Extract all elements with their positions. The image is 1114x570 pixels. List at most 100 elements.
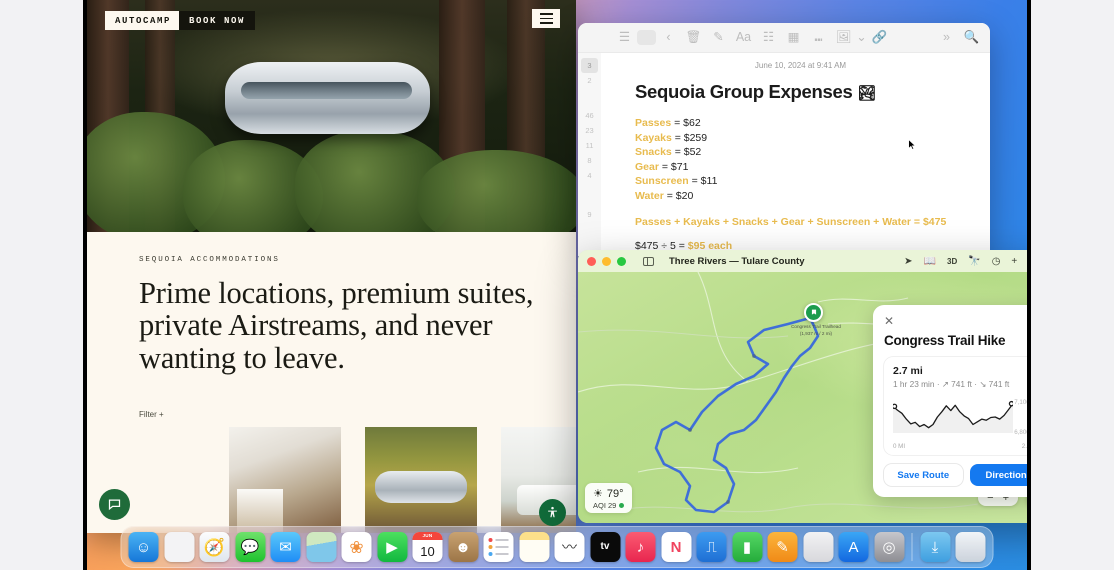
sidebar-count[interactable]: 23 xyxy=(578,123,601,138)
system-settings-glyph: ◎ xyxy=(882,538,896,556)
notes-window[interactable]: ☰ ‹ 🗑 ✎ Aa ☷ ▦ ⑉ 🖼 ⌄ 🔗 » 🔍 3 2 46 23 11 … xyxy=(578,23,990,256)
dock-item-facetime[interactable]: ▶ xyxy=(377,532,407,562)
dock-item-pages[interactable]: ✎ xyxy=(767,532,798,562)
more-icon[interactable]: » xyxy=(934,31,959,44)
accessibility-icon[interactable] xyxy=(539,499,566,526)
gallery-item[interactable] xyxy=(229,427,341,533)
filter-control[interactable]: Filter + xyxy=(139,410,538,419)
dock-item-finder[interactable]: ☺ xyxy=(128,532,159,562)
air-quality-row: AQI 29 xyxy=(593,501,625,510)
maps-toolbar: ➤ 📖 3D 🔭 ◷ + ⤴ ◉ xyxy=(904,254,1027,269)
chevron-down-icon[interactable]: ⌄ xyxy=(856,31,867,44)
look-around-icon[interactable]: 🔭 xyxy=(968,256,980,267)
dock-item-downloads-folder[interactable]: ⤓ xyxy=(920,532,950,562)
save-route-button[interactable]: Save Route xyxy=(884,463,963,486)
book-now-button[interactable]: BOOK NOW xyxy=(179,11,256,30)
sidebar-count[interactable]: 8 xyxy=(578,153,601,168)
dock-item-launchpad[interactable] xyxy=(164,532,194,562)
3d-icon[interactable]: 3D xyxy=(947,257,957,266)
expense-label: Snacks xyxy=(635,146,672,159)
news-glyph: N xyxy=(670,538,682,556)
hike-detail-card[interactable]: ✕ Congress Trail Hike 2.7 mi 1 hr 23 min… xyxy=(873,305,1027,497)
minimize-button[interactable] xyxy=(602,256,611,266)
back-icon[interactable]: ‹ xyxy=(656,31,681,44)
sidebar-count[interactable]: 46 xyxy=(578,108,601,123)
dock-item-safari[interactable]: 🧭 xyxy=(199,532,230,562)
sun-icon: ☀ xyxy=(593,488,603,500)
expense-value: = $62 xyxy=(674,117,701,129)
music-glyph: ♪ xyxy=(636,538,645,556)
compose-icon[interactable]: ✎ xyxy=(706,31,731,44)
expense-label: Water xyxy=(635,189,664,202)
arrow-up-right-icon: ↗ xyxy=(941,378,949,389)
dock-item-numbers[interactable]: ▮ xyxy=(732,532,762,562)
elevation-x-min: 0 MI xyxy=(893,442,906,450)
dock-item-reminders[interactable] xyxy=(483,532,514,562)
close-button[interactable] xyxy=(587,256,596,266)
dock-item-iphone-mirroring[interactable] xyxy=(803,532,833,562)
audio-icon[interactable]: ⑉ xyxy=(806,31,831,44)
expense-row: Snacks = $52 xyxy=(635,145,966,160)
dock-item-news[interactable]: N xyxy=(661,532,691,562)
weather-temperature-row: ☀ 79° xyxy=(593,487,624,501)
directions-button[interactable]: Directions xyxy=(969,463,1027,486)
dock-item-photos[interactable]: ❀ xyxy=(341,532,372,562)
gallery-view-icon[interactable] xyxy=(637,30,656,45)
sidebar-count[interactable]: 3 xyxy=(581,58,598,73)
autocamp-logo[interactable]: AUTOCAMP xyxy=(105,11,182,30)
format-icon[interactable]: Aa xyxy=(731,31,756,44)
sidebar-count[interactable]: 9 xyxy=(578,207,601,222)
add-icon[interactable]: + xyxy=(1011,256,1017,267)
dock-item-keynote[interactable]: ⎍ xyxy=(696,532,727,562)
recents-icon[interactable]: ◷ xyxy=(992,256,1001,267)
calendar-month: JUN xyxy=(412,532,443,540)
guides-icon[interactable]: 📖 xyxy=(924,256,936,267)
sidebar-count[interactable]: 4 xyxy=(578,168,601,183)
reminder-row xyxy=(488,538,509,542)
sidebar-toggle-icon[interactable] xyxy=(643,256,654,266)
dock-item-maps[interactable] xyxy=(306,532,336,562)
location-arrow-icon[interactable]: ➤ xyxy=(904,256,912,267)
autocamp-content: SEQUOIA ACCOMMODATIONS Prime locations, … xyxy=(87,232,576,419)
dock-item-app-store[interactable]: A xyxy=(838,532,869,562)
weather-widget[interactable]: ☀ 79° AQI 29 xyxy=(585,483,633,513)
search-icon[interactable]: 🔍 xyxy=(959,31,984,44)
dock-item-notes[interactable] xyxy=(519,532,549,562)
note-editor[interactable]: June 10, 2024 at 9:41 AM Sequoia Group E… xyxy=(601,53,990,256)
list-view-icon[interactable]: ☰ xyxy=(612,31,637,44)
maximize-button[interactable] xyxy=(617,256,626,266)
dock-item-calendar[interactable]: JUN 10 xyxy=(412,532,443,562)
dock-item-messages[interactable]: 💬 xyxy=(235,532,265,562)
hamburger-menu-icon[interactable] xyxy=(532,9,560,28)
dock-item-freeform[interactable]: 〰 xyxy=(554,532,585,562)
trailhead-pin-icon[interactable] xyxy=(804,303,823,322)
hike-ascent: 741 ft xyxy=(951,378,972,389)
close-icon[interactable]: ✕ xyxy=(884,315,897,328)
dock-item-system-settings[interactable]: ◎ xyxy=(874,532,904,562)
sidebar-count[interactable]: 2 xyxy=(578,73,601,88)
expense-row: Kayaks = $259 xyxy=(635,131,966,146)
reminder-row xyxy=(488,545,509,549)
expense-label: Passes xyxy=(635,117,672,129)
link-icon[interactable]: 🔗 xyxy=(867,31,892,44)
dock-item-contacts[interactable]: ☻ xyxy=(448,532,478,562)
dock[interactable]: ☺ 🧭 💬 ✉ ❀ ▶ JUN 10 ☻ 〰 tv ♪ N ⎍ ▮ ✎ A ◎ ⤓ xyxy=(120,526,994,568)
hike-descent: 741 ft xyxy=(988,378,1010,389)
arrow-down-right-icon: ↘ xyxy=(979,378,987,389)
notes-sidebar[interactable]: 3 2 46 23 11 8 4 9 xyxy=(578,53,601,256)
trash-icon[interactable]: 🗑 xyxy=(681,31,706,44)
checklist-icon[interactable]: ☷ xyxy=(756,31,781,44)
media-icon[interactable]: 🖼 xyxy=(831,31,856,44)
gallery-item[interactable] xyxy=(365,427,477,533)
table-icon[interactable]: ▦ xyxy=(781,31,806,44)
dock-item-trash[interactable] xyxy=(955,532,986,562)
maps-window[interactable]: Three Rivers — Tulare County ➤ 📖 3D 🔭 ◷ … xyxy=(578,250,1027,523)
dock-item-mail[interactable]: ✉ xyxy=(270,532,301,562)
dock-item-music[interactable]: ♪ xyxy=(625,532,656,562)
sidebar-count[interactable]: 11 xyxy=(578,138,601,153)
map-canvas[interactable]: Congress Trail Trailhead (1,937 m / 2 mi… xyxy=(578,272,1027,523)
autocamp-browser-window[interactable]: AUTOCAMP BOOK NOW SEQUOIA ACCOMMODATIONS… xyxy=(87,0,576,533)
dock-item-apple-tv[interactable]: tv xyxy=(590,532,620,562)
temperature-value: 79° xyxy=(606,487,624,500)
chat-bubble-icon[interactable] xyxy=(99,489,130,520)
